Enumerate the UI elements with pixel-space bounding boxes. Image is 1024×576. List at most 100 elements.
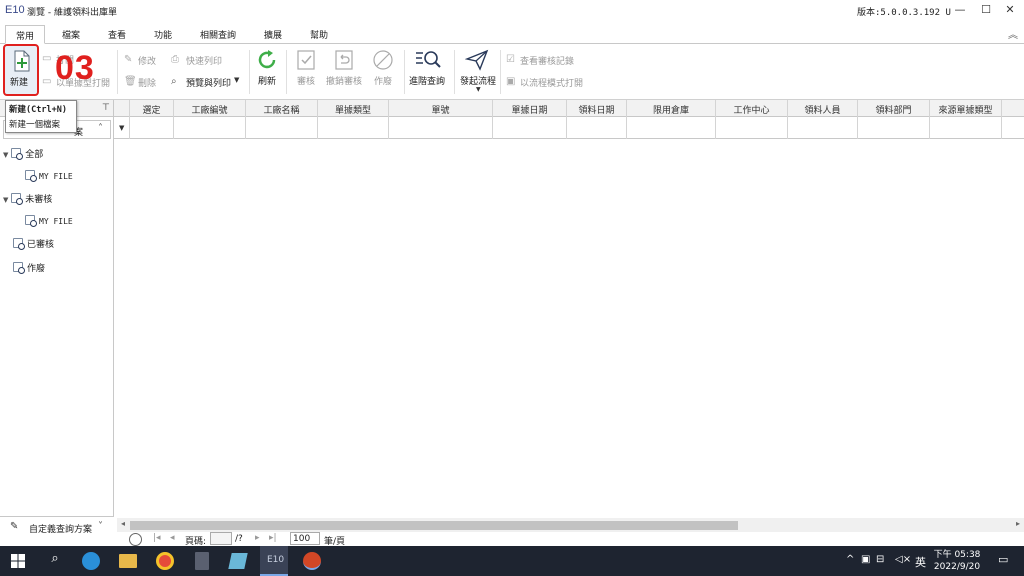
scrollbar-thumb[interactable]: [130, 521, 738, 530]
tree-item-approved[interactable]: 已審核: [13, 237, 54, 250]
filter-cell[interactable]: [493, 117, 567, 139]
advanced-query-icon: [416, 51, 441, 68]
tree-expand-icon[interactable]: ▼: [3, 151, 8, 159]
open-flow-mode-button[interactable]: 以流程模式打開: [520, 76, 583, 89]
column-header-issue-date[interactable]: 領料日期: [567, 100, 627, 117]
column-header-factory-id[interactable]: 工廠編號: [174, 100, 246, 117]
ribbon-collapse-icon[interactable]: ︽: [1008, 26, 1018, 41]
query-folder-icon: [13, 238, 25, 250]
filter-cell[interactable]: [567, 117, 627, 139]
prev-page-icon[interactable]: ◂: [170, 533, 175, 543]
tab-related-query[interactable]: 相關查詢: [190, 25, 246, 44]
custom-query-bar[interactable]: ✎ 自定義查詢方案 ˅: [0, 516, 114, 538]
edit-button[interactable]: 修改: [138, 54, 156, 67]
tooltip: 新建(Ctrl+N) 新建一個檔案: [5, 100, 77, 133]
scroll-left-icon[interactable]: ◂: [121, 519, 125, 528]
filter-cell[interactable]: [318, 117, 389, 139]
file-explorer-icon[interactable]: [119, 554, 137, 568]
column-header-issuer[interactable]: 領料人員: [788, 100, 858, 117]
tab-file[interactable]: 檔案: [52, 25, 90, 44]
custom-query-label: 自定義查詢方案: [29, 525, 93, 535]
tree-expand-icon[interactable]: ▼: [3, 196, 8, 204]
refresh-button[interactable]: 刷新: [258, 74, 276, 87]
notepad-icon[interactable]: [228, 553, 248, 569]
clock[interactable]: 下午 05:38 2022/9/20: [930, 549, 984, 573]
e10-app-taskbar-button[interactable]: E10: [260, 546, 288, 576]
chrome-browser-icon[interactable]: [156, 552, 174, 570]
filter-cell[interactable]: [389, 117, 493, 139]
search-icon[interactable]: ⌕: [44, 551, 66, 571]
trash-icon: 🗑: [124, 76, 137, 87]
filter-cell[interactable]: [130, 117, 174, 139]
void-button[interactable]: 作廢: [374, 74, 392, 87]
unapprove-button[interactable]: 撤銷審核: [326, 74, 362, 87]
notification-icon[interactable]: ▭: [998, 553, 1008, 566]
column-header-department[interactable]: 領料部門: [858, 100, 930, 117]
tray-expand-icon[interactable]: ^: [846, 554, 854, 565]
close-icon[interactable]: ✕: [1000, 3, 1020, 19]
view-audit-log-button[interactable]: 查看審核記錄: [520, 54, 574, 67]
filter-cell[interactable]: [716, 117, 788, 139]
maximize-icon[interactable]: ☐: [976, 3, 996, 19]
page-size-input[interactable]: 100: [290, 532, 320, 545]
pencil-icon: ✎: [10, 521, 19, 532]
filter-cell[interactable]: [930, 117, 1002, 139]
column-header-doc-date[interactable]: 單據日期: [493, 100, 567, 117]
filter-cell[interactable]: [174, 117, 246, 139]
tree-item-void[interactable]: 作廢: [13, 261, 45, 274]
column-header-doc-type[interactable]: 單據類型: [318, 100, 389, 117]
advanced-query-button[interactable]: 進階查詢: [409, 74, 445, 87]
tab-extend[interactable]: 擴展: [254, 25, 292, 44]
filter-cell[interactable]: [858, 117, 930, 139]
windows-start-icon[interactable]: [11, 554, 25, 568]
tab-view[interactable]: 查看: [98, 25, 136, 44]
delete-button[interactable]: 刪除: [138, 76, 156, 89]
pin-icon[interactable]: ⊤: [102, 103, 110, 113]
page-number-input[interactable]: [210, 532, 232, 545]
preview-dropdown-icon[interactable]: ▼: [234, 76, 239, 84]
column-header-source-type[interactable]: 來源單據類型: [930, 100, 1002, 117]
e10-app-icon: E10: [267, 555, 285, 565]
chevron-down-icon[interactable]: ˅: [98, 521, 103, 532]
next-page-icon[interactable]: ▸: [255, 533, 260, 543]
column-header-work-center[interactable]: 工作中心: [716, 100, 788, 117]
tab-function[interactable]: 功能: [144, 25, 182, 44]
ime-indicator[interactable]: 英: [915, 554, 926, 570]
minimize-icon[interactable]: —: [950, 3, 970, 19]
column-header-factory-name[interactable]: 工廠名稱: [246, 100, 318, 117]
column-header-doc-no[interactable]: 單號: [389, 100, 493, 117]
new-button[interactable]: 新建: [3, 44, 39, 96]
last-page-icon[interactable]: ▸|: [269, 533, 277, 543]
tab-home[interactable]: 常用: [5, 25, 46, 44]
filter-cell[interactable]: [246, 117, 318, 139]
chevron-up-icon[interactable]: ˄: [98, 123, 103, 134]
tree-item-unapproved-myfile[interactable]: MY FILE: [25, 215, 73, 227]
network-icon[interactable]: ⊟: [876, 554, 884, 565]
scroll-right-icon[interactable]: ▸: [1016, 519, 1020, 528]
tree-item-all-myfile[interactable]: MY FILE: [25, 170, 73, 182]
filter-icon[interactable]: ▼: [119, 124, 124, 132]
tab-help[interactable]: 幫助: [300, 25, 338, 44]
tray-icon[interactable]: ▣: [861, 554, 870, 565]
start-flow-dropdown-icon[interactable]: ▼: [476, 86, 481, 93]
tooltip-desc: 新建一個檔案: [9, 120, 61, 130]
first-page-icon[interactable]: |◂: [153, 533, 161, 543]
powerpoint-icon[interactable]: [303, 552, 321, 570]
volume-muted-icon[interactable]: ◁×: [895, 554, 911, 565]
edge-browser-icon[interactable]: [82, 552, 100, 570]
flow-mode-icon: ▣: [506, 76, 516, 87]
calculator-icon[interactable]: [195, 552, 209, 570]
column-header-select[interactable]: 選定: [130, 100, 174, 117]
audit-log-icon: ☑: [506, 54, 515, 65]
annotation-number: 03: [55, 49, 95, 87]
tree-item-all[interactable]: ▼ 全部: [3, 147, 43, 160]
grid-body[interactable]: [117, 140, 1024, 518]
approve-button[interactable]: 審核: [297, 74, 315, 87]
preview-print-button[interactable]: 預覽與列印: [186, 76, 231, 89]
filter-cell[interactable]: [788, 117, 858, 139]
ribbon-tabs: 常用 檔案 查看 功能 相關查詢 擴展 幫助 ︽: [0, 22, 1024, 44]
tree-item-unapproved[interactable]: ▼ 未審核: [3, 192, 52, 205]
quick-print-button[interactable]: 快速列印: [186, 54, 222, 67]
filter-cell[interactable]: [627, 117, 716, 139]
column-header-warehouse[interactable]: 限用倉庫: [627, 100, 716, 117]
